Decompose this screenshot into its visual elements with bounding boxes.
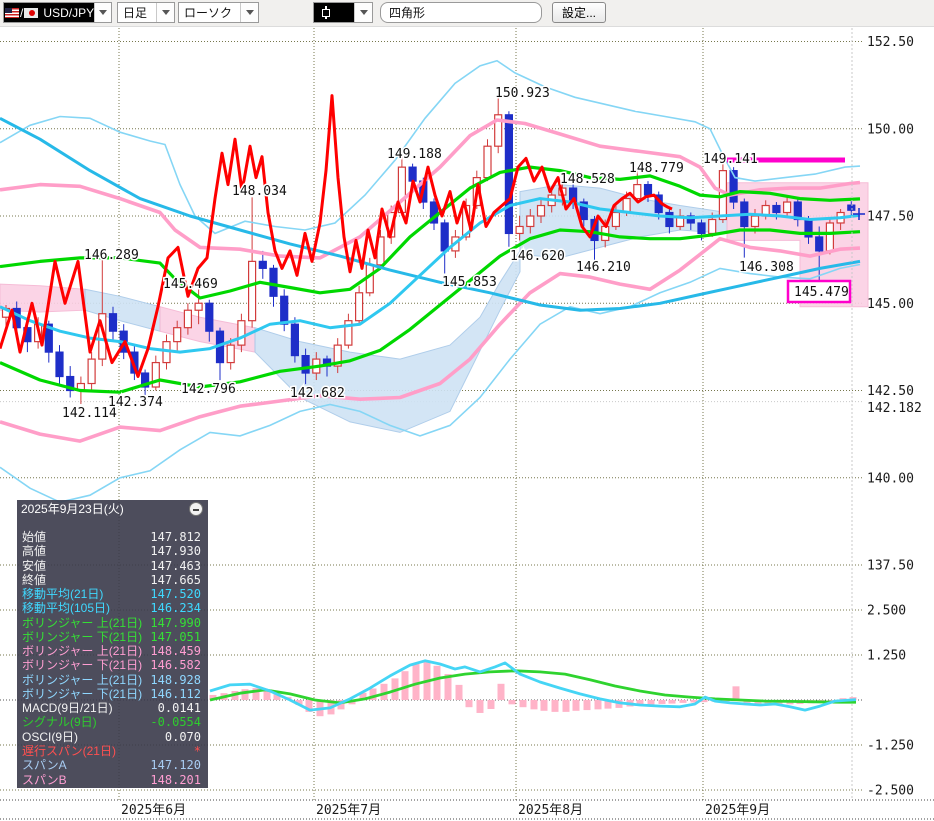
panel-rows: 始値 147.812 高値 147.930 安値 147.463 終値 147.665 移動平均…: [17, 530, 208, 787]
panel-row: 安値 147.463: [22, 558, 201, 573]
chart-type-select[interactable]: ローソク: [178, 2, 259, 23]
toolbar: / USD/JPY 日足 ローソク 設定...: [0, 0, 934, 27]
panel-row: 遅行スパン(21日) *: [22, 743, 201, 758]
panel-row: ボリンジャー 上(21日) 148.928: [22, 672, 201, 687]
svg-text:145.479: 145.479: [794, 285, 849, 300]
price-label: 142.796: [181, 382, 236, 397]
price-label: 149.141: [703, 152, 758, 167]
price-label: 142.374: [108, 395, 163, 410]
panel-row: ボリンジャー 下(21日) 146.582: [22, 658, 201, 673]
us-flag-icon: [5, 7, 20, 18]
panel-row: スパンA 147.120: [22, 758, 201, 773]
svg-text:2025年6月: 2025年6月: [121, 803, 186, 818]
panel-row: 終値 147.665: [22, 572, 201, 587]
price-label: 142.682: [290, 386, 345, 401]
price-label: 149.188: [387, 147, 442, 162]
price-label: 146.620: [510, 249, 565, 264]
price-label: 150.923: [495, 86, 550, 101]
svg-text:142.182: 142.182: [867, 401, 922, 416]
panel-row: ボリンジャー 上(21日) 148.459: [22, 644, 201, 659]
chart-type-dropdown-arrow[interactable]: [240, 3, 258, 22]
collapse-panel-button[interactable]: [189, 502, 203, 516]
drawing-tool-input[interactable]: [380, 2, 542, 23]
chevron-down-icon: [245, 10, 254, 15]
svg-text:142.50: 142.50: [867, 384, 914, 399]
svg-text:145.00: 145.00: [867, 297, 914, 312]
svg-text:147.50: 147.50: [867, 210, 914, 225]
svg-text:2025年7月: 2025年7月: [316, 803, 381, 818]
symbol-select[interactable]: / USD/JPY: [3, 2, 112, 23]
trading-app: { "toolbar": { "symbol": {"label": "USD/…: [0, 0, 934, 821]
symbol-label: USD/JPY: [43, 5, 95, 20]
macd-pane: [209, 659, 857, 717]
price-label: 145.853: [442, 275, 497, 290]
chart-type-label: ローソク: [184, 6, 233, 20]
svg-text:-2.500: -2.500: [867, 784, 914, 799]
panel-row: MACD(9日/21日) 0.0141: [22, 701, 201, 716]
data-panel: 2025年9月23日(火) 始値 147.812 高値 147.930 安値 147.46…: [17, 500, 208, 788]
jp-flag-icon: [24, 7, 39, 18]
chevron-down-icon: [359, 10, 368, 15]
flag-separator: /: [20, 5, 24, 20]
candle-style-dropdown-arrow[interactable]: [354, 3, 372, 22]
price-label: 148.528: [560, 172, 615, 187]
timeframe-select[interactable]: 日足: [117, 2, 175, 23]
timeframe-dropdown-arrow[interactable]: [156, 3, 174, 22]
price-label: 146.210: [576, 260, 631, 275]
candlestick-icon: [322, 6, 330, 19]
panel-row: 移動平均(21日) 147.520: [22, 587, 201, 602]
svg-text:2025年8月: 2025年8月: [518, 803, 583, 818]
panel-row: ボリンジャー 下(21日) 146.112: [22, 686, 201, 701]
macd-signal-line: [209, 669, 856, 705]
svg-text:2.500: 2.500: [867, 604, 906, 619]
settings-button[interactable]: 設定...: [552, 2, 607, 23]
price-label: 148.779: [629, 161, 684, 176]
svg-text:1.250: 1.250: [867, 649, 906, 664]
price-label: 148.034: [232, 184, 287, 199]
chevron-down-icon: [161, 10, 170, 15]
symbol-dropdown-arrow[interactable]: [94, 3, 111, 22]
panel-row: 高値 147.930: [22, 544, 201, 559]
panel-row: 始値 147.812: [22, 530, 201, 544]
chevron-down-icon: [99, 10, 108, 15]
panel-row: シグナル(9日) -0.0554: [22, 715, 201, 730]
svg-text:2025年9月: 2025年9月: [705, 803, 770, 818]
candle-style-select[interactable]: [313, 2, 373, 23]
price-label: 146.308: [739, 260, 794, 275]
panel-row: 移動平均(105日) 146.234: [22, 601, 201, 616]
svg-text:-1.250: -1.250: [867, 739, 914, 754]
svg-text:140.00: 140.00: [867, 471, 914, 486]
svg-text:150.00: 150.00: [867, 122, 914, 137]
price-label: 146.289: [84, 248, 139, 263]
price-label: 145.469: [163, 277, 218, 292]
panel-row: OSCI(9日) 0.070: [22, 729, 201, 744]
panel-date: 2025年9月23日(火): [21, 502, 124, 516]
panel-row: ボリンジャー 下(21日) 147.051: [22, 629, 201, 644]
panel-row: ボリンジャー 上(21日) 147.990: [22, 615, 201, 630]
timeframe-label: 日足: [123, 6, 148, 20]
panel-row: スパンB 148.201: [22, 772, 201, 787]
svg-text:137.50: 137.50: [867, 559, 914, 574]
svg-text:152.50: 152.50: [867, 35, 914, 50]
